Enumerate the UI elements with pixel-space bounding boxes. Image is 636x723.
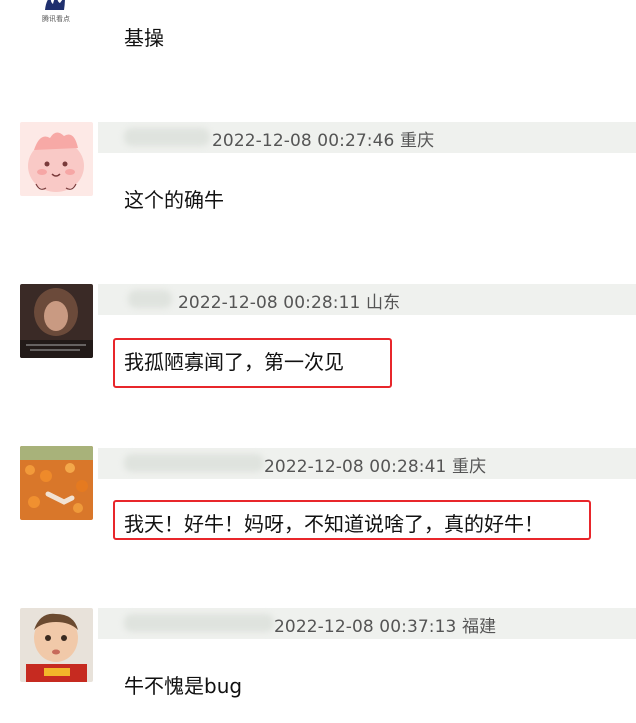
timestamp: 2022-12-08 00:27:46 <box>212 131 395 151</box>
comment-text-top: 基操 <box>124 26 164 50</box>
photo-avatar-icon <box>20 446 93 520</box>
avatar-photo-flowers[interactable] <box>20 446 93 520</box>
timestamp: 2022-12-08 00:37:13 <box>274 617 457 637</box>
photo-avatar-icon <box>20 608 93 682</box>
blurred-username <box>124 614 274 632</box>
location: 山东 <box>365 293 401 313</box>
location: 福建 <box>461 617 497 637</box>
avatar-logo[interactable]: 腾讯看点 <box>24 0 86 28</box>
timestamp: 2022-12-08 00:28:11 <box>178 293 361 313</box>
avatar-photo-child[interactable] <box>20 608 93 682</box>
comment-text: 我天！好牛！妈呀，不知道说啥了，真的好牛！ <box>124 512 544 536</box>
avatar-cartoon[interactable] <box>20 122 93 196</box>
blurred-username <box>128 290 172 308</box>
comment-meta: 2022-12-08 00:28:11 山东 <box>98 284 636 315</box>
blurred-username <box>124 128 210 146</box>
cartoon-avatar-icon <box>20 122 93 196</box>
location: 重庆 <box>451 457 487 477</box>
comment-text: 这个的确牛 <box>124 188 224 212</box>
comment-list: 腾讯看点 基操 2022-12-08 00:27:46 重庆 这个的确牛 202… <box>0 0 636 723</box>
avatar-photo-woman[interactable] <box>20 284 93 358</box>
blurred-username <box>124 454 264 472</box>
logo-caption: 腾讯看点 <box>42 15 70 23</box>
photo-avatar-icon <box>20 284 93 358</box>
comment-text: 牛不愧是bug <box>124 674 243 698</box>
timestamp: 2022-12-08 00:28:41 <box>264 457 447 477</box>
comment-meta: 2022-12-08 00:37:13 福建 <box>98 608 636 639</box>
comment-meta: 2022-12-08 00:28:41 重庆 <box>98 448 636 479</box>
location: 重庆 <box>399 131 435 151</box>
comment-meta: 2022-12-08 00:27:46 重庆 <box>98 122 636 153</box>
flame-logo-icon <box>45 0 65 10</box>
comment-text: 我孤陋寡闻了，第一次见 <box>124 350 344 374</box>
